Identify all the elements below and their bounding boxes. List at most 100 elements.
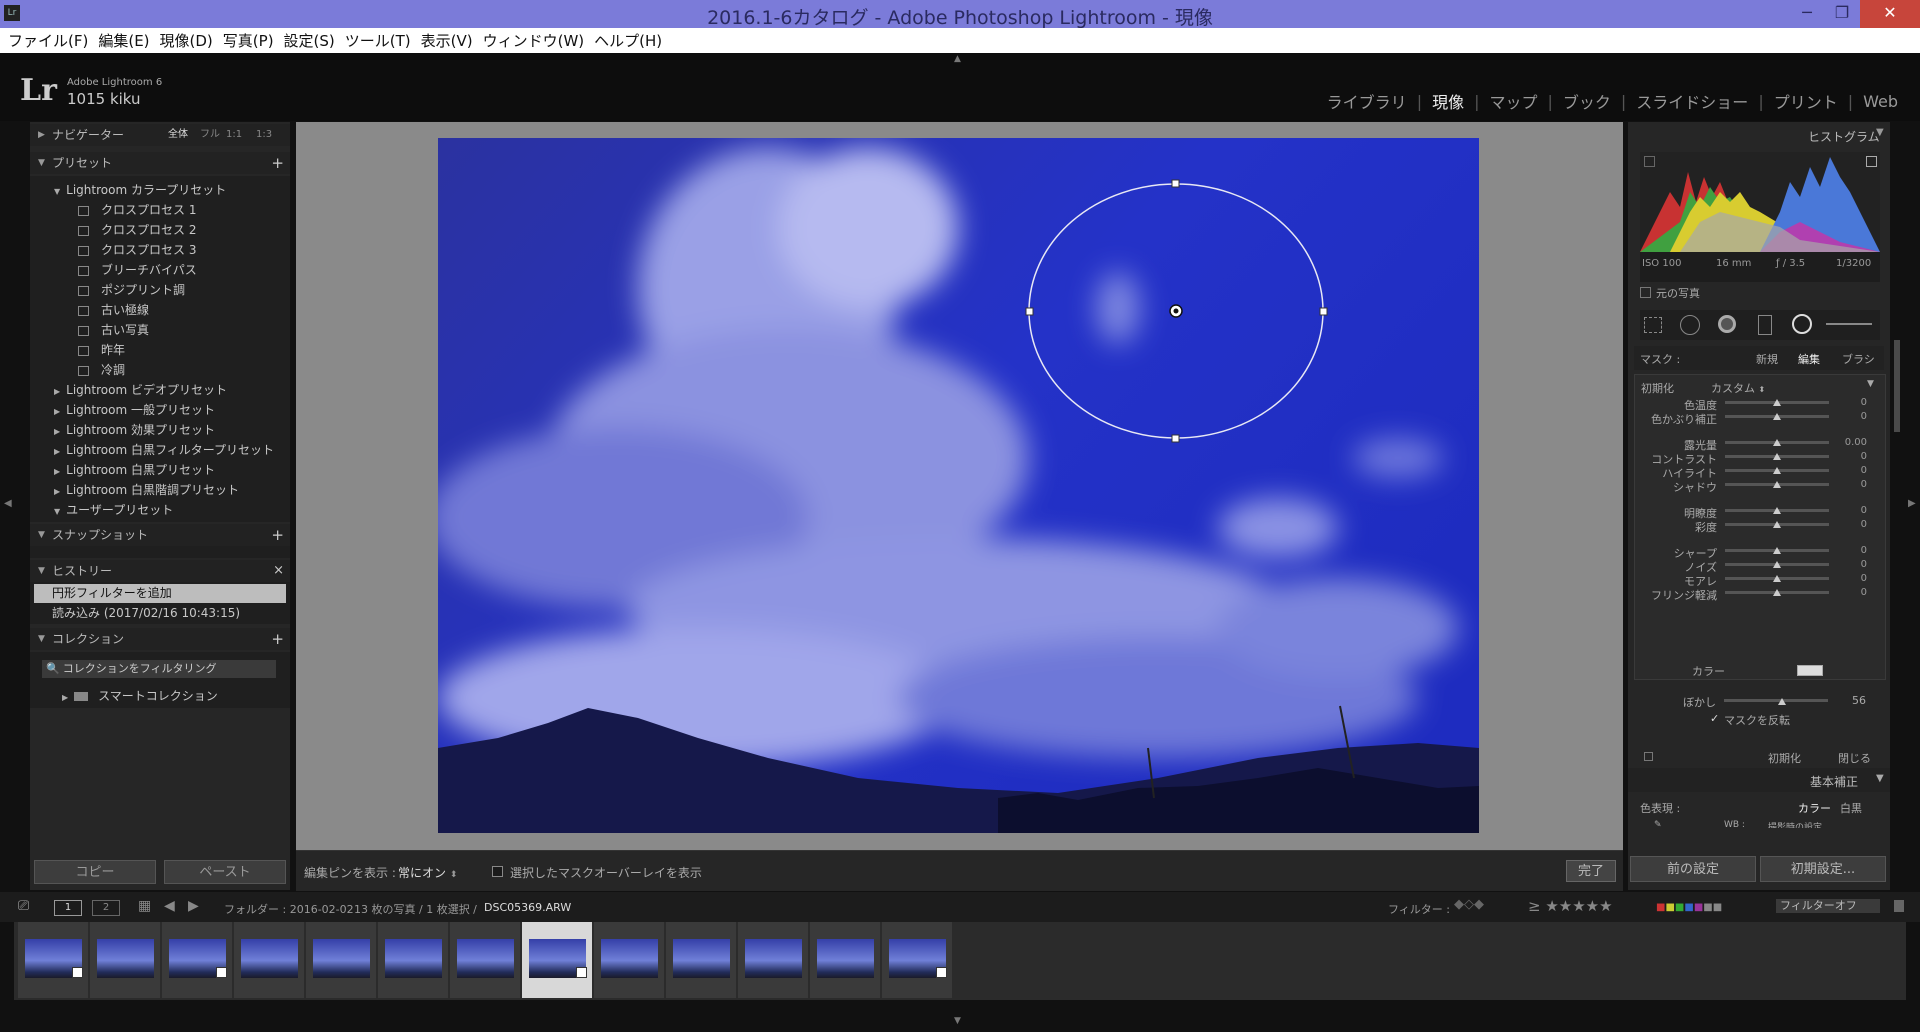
edit-pins-select[interactable]: 常にオン ⬍ [398,864,457,881]
left-panel-toggle-icon[interactable]: ◀ [4,498,12,509]
preset-item[interactable]: ポジプリント調 [78,280,185,300]
zoom-1-3[interactable]: 1:3 [256,124,272,146]
history-step[interactable]: 読み込み (2017/02/16 10:43:15) [34,604,286,623]
preset-item[interactable]: クロスプロセス 3 [78,240,196,260]
preset-group[interactable]: ▼ Lightroom カラープリセット [54,180,226,200]
menu-view[interactable]: 表示(V) [421,30,473,51]
color-swatch[interactable] [1797,665,1823,676]
filmstrip-source[interactable]: フォルダー : 2016-02-02 [224,901,354,917]
mask-close-button[interactable]: 閉じる [1838,750,1871,766]
minimize-icon[interactable]: ─ [1787,0,1827,28]
module-book[interactable]: ブック [1553,89,1621,113]
preset-group[interactable]: ▼ ユーザープリセット [54,500,173,520]
slider-value[interactable]: 0 [1831,519,1867,530]
right-panel-toggle-icon[interactable]: ▶ [1908,498,1916,509]
collection-item[interactable]: ▶ スマートコレクション [62,686,218,706]
slider-knob[interactable] [1773,589,1781,596]
preset-item[interactable]: 冷調 [78,360,125,380]
clear-history-icon[interactable]: × [273,560,284,582]
slider-value[interactable]: 0 [1831,465,1867,476]
radial-filter-handle-left[interactable] [1025,307,1034,316]
filmstrip-thumbnail[interactable] [378,922,448,998]
slider-knob[interactable] [1773,413,1781,420]
radial-filter-icon[interactable] [1792,314,1812,334]
filmstrip-thumbnail[interactable] [234,922,304,998]
paste-button[interactable]: ペースト [164,860,286,884]
spot-removal-icon[interactable] [1680,315,1700,335]
grid-view-icon[interactable]: ▦ [138,898,151,914]
module-web[interactable]: Web [1853,92,1908,111]
menu-help[interactable]: ヘルプ(H) [594,30,662,51]
filmstrip-thumbnail[interactable] [162,922,232,998]
mask-edit[interactable]: 編集 [1798,351,1820,367]
add-collection-icon[interactable]: + [271,628,284,650]
slider-knob[interactable] [1773,561,1781,568]
preset-item[interactable]: 昨年 [78,340,125,360]
collection-filter-input[interactable]: 🔍 コレクションをフィルタリング [42,660,276,678]
filmstrip-thumbnail[interactable] [18,922,88,998]
wb-picker-icon[interactable]: ✎ [1654,820,1662,828]
mask-new[interactable]: 新規 [1756,351,1778,367]
treatment-bw[interactable]: 白黒 [1840,800,1862,816]
graduated-filter-icon[interactable] [1758,315,1772,335]
module-develop[interactable]: 現像 [1422,89,1474,113]
add-snapshot-icon[interactable]: + [271,524,284,546]
menu-edit[interactable]: 編集(E) [98,30,149,51]
secondary-display-icon[interactable]: ⎚ [18,898,29,914]
radial-filter-handle-top[interactable] [1171,179,1180,188]
slider-knob[interactable] [1773,467,1781,474]
effect-select[interactable]: カスタム ⬍ [1711,380,1765,396]
filmstrip-thumbnail[interactable] [450,922,520,998]
feather-slider[interactable] [1724,699,1828,702]
presets-header[interactable]: ▼ プリセット + [30,152,290,174]
module-map[interactable]: マップ [1479,89,1547,113]
right-panel-scrollbar[interactable] [1894,340,1900,432]
snapshots-header[interactable]: ▼ スナップショット + [30,524,290,546]
feather-slider-knob[interactable] [1778,698,1787,705]
filmstrip-thumbnail[interactable] [810,922,880,998]
preset-item[interactable]: クロスプロセス 2 [78,220,196,240]
treatment-color[interactable]: カラー [1798,800,1831,816]
filmstrip-filename[interactable]: DSC05369.ARW [484,901,571,914]
top-panel-toggle-icon[interactable]: ▲ [954,54,961,64]
done-button[interactable]: 完了 [1566,860,1616,882]
filter-lock-icon[interactable] [1894,900,1904,912]
filmstrip-thumbnail[interactable] [522,922,592,998]
preset-group[interactable]: ▶ Lightroom 一般プリセット [54,400,215,420]
filmstrip-thumbnail[interactable] [594,922,664,998]
slider-knob[interactable] [1773,453,1781,460]
preset-group[interactable]: ▶ Lightroom 白黒プリセット [54,460,215,480]
navigator-header[interactable]: ▶ ナビゲーター 全体 フル 1:1 1:3 [30,124,290,146]
slider-value[interactable]: 0 [1831,573,1867,584]
history-step[interactable]: 円形フィルターを追加 [34,584,286,603]
slider-value[interactable]: 0 [1831,479,1867,490]
slider-knob[interactable] [1773,481,1781,488]
slider-value[interactable]: 0.00 [1831,437,1867,448]
close-icon[interactable]: ✕ [1860,0,1920,28]
star-filter-icons[interactable]: ≥ ★★★★★ [1528,897,1613,915]
filter-preset-select[interactable]: フィルターオフ [1776,899,1880,913]
radial-filter-handle-bottom[interactable] [1171,434,1180,443]
radial-filter-handle-right[interactable] [1319,307,1328,316]
mask-panel-switch[interactable] [1644,752,1653,761]
slider-value[interactable]: 0 [1831,587,1867,598]
mask-brush[interactable]: ブラシ [1842,351,1875,367]
wb-select[interactable]: 撮影時の設定 [1768,820,1822,828]
slider-knob[interactable] [1773,547,1781,554]
preset-group[interactable]: ▶ Lightroom 白黒階調プリセット [54,480,239,500]
filmstrip-thumbnail[interactable] [666,922,736,998]
menu-tools[interactable]: ツール(T) [345,30,411,51]
histogram-title[interactable]: ヒストグラム [1808,128,1880,145]
slider-knob[interactable] [1773,507,1781,514]
history-header[interactable]: ▼ ヒストリー × [30,560,290,582]
adjustment-brush-icon[interactable] [1826,323,1872,325]
slider-value[interactable]: 0 [1831,397,1867,408]
module-slideshow[interactable]: スライドショー [1626,89,1758,113]
filmstrip-thumbnail[interactable] [882,922,952,998]
photo-preview[interactable] [438,138,1479,833]
menu-develop[interactable]: 現像(D) [160,30,213,51]
original-photo-checkbox[interactable] [1640,287,1651,298]
slider-value[interactable]: 0 [1831,505,1867,516]
add-preset-icon[interactable]: + [271,152,284,174]
slider-value[interactable]: 0 [1831,451,1867,462]
